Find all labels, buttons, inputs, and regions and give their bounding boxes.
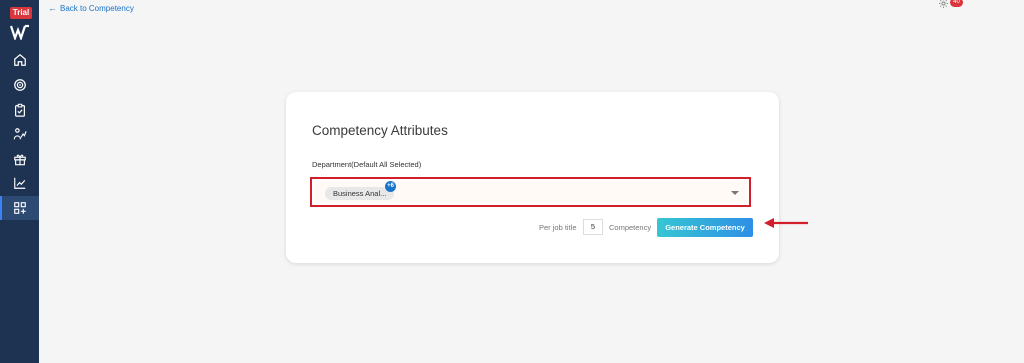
annotation-arrow-icon — [764, 218, 808, 228]
competency-count-input[interactable]: 5 — [583, 219, 603, 235]
arrow-left-icon: ← — [48, 3, 57, 13]
nav-analytics[interactable] — [0, 171, 39, 195]
department-label: Department(Default All Selected) — [312, 160, 422, 169]
sidebar: Trial — [0, 0, 39, 363]
target-icon — [13, 79, 26, 91]
nav-goals[interactable] — [0, 73, 39, 97]
person-chart-icon — [13, 128, 27, 140]
more-selected-badge: +6 — [385, 181, 396, 192]
home-icon — [13, 53, 26, 66]
back-link-label: Back to Competency — [60, 3, 134, 13]
logo-icon — [10, 24, 29, 40]
gear-icon — [938, 0, 948, 8]
department-select[interactable]: Business Anal... +6 — [310, 177, 751, 207]
competency-label: Competency — [609, 223, 652, 232]
nav-rewards[interactable] — [0, 147, 39, 171]
select-field: Business Anal... +6 — [314, 181, 747, 203]
nav-performance[interactable] — [0, 122, 39, 146]
generate-competency-button[interactable]: Generate Competency — [657, 218, 753, 237]
line-chart-icon — [13, 177, 25, 189]
trial-badge: Trial — [10, 7, 32, 19]
back-to-competency-link[interactable]: ← Back to Competency — [48, 3, 134, 13]
chevron-down-icon[interactable] — [731, 191, 739, 195]
nav-competency[interactable] — [0, 196, 39, 220]
grid-add-icon — [13, 202, 26, 214]
selected-department-tag[interactable]: Business Anal... — [325, 187, 395, 200]
nav-tasks[interactable] — [0, 98, 39, 122]
card-title: Competency Attributes — [312, 123, 448, 138]
gift-icon — [13, 154, 26, 166]
notification-badge: 40 — [950, 0, 963, 7]
clipboard-check-icon — [14, 103, 25, 117]
competency-attributes-card: Competency Attributes Department(Default… — [286, 92, 779, 263]
nav-home[interactable] — [0, 48, 39, 72]
per-job-title-label: Per job title — [539, 223, 577, 232]
